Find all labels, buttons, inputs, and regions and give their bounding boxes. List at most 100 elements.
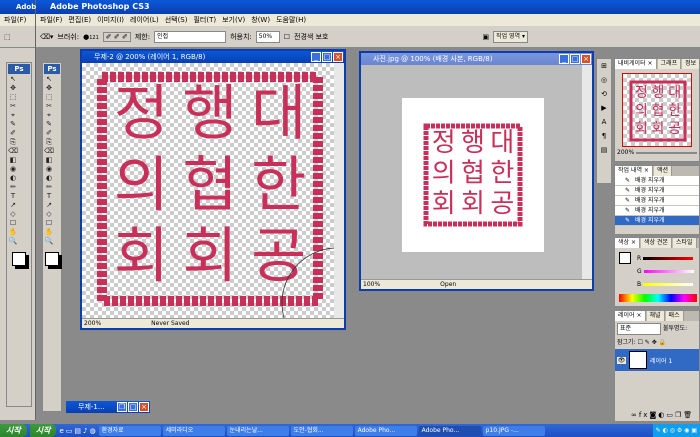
minimize-icon[interactable]: _ [559,54,569,64]
fg-bg-swatch[interactable] [619,252,631,264]
tool-icon[interactable]: ✏ [43,183,55,192]
doc1-title[interactable]: 무제-2 @ 200% (레이어 1, RGB/8) _ □ × [82,51,344,63]
info-dock-icon[interactable]: ◎ [597,73,611,87]
tool-icon[interactable]: 🔍 [7,237,19,246]
left-window-title[interactable]: Adob [0,0,36,14]
zoom-slider[interactable] [636,151,697,154]
tool-icon[interactable]: ✎ [43,120,55,129]
tool-icon[interactable]: ⎘ [7,138,19,147]
history-item[interactable]: 배경 지우개 [615,176,699,186]
eye-icon[interactable]: 👁 [617,356,626,364]
tab-histogram[interactable]: 그래프 [657,59,682,69]
limit-select[interactable]: 인접 [154,30,227,43]
close-icon[interactable]: × [333,52,343,62]
marquee-icon[interactable]: ⬚ [4,33,11,41]
doc2-title[interactable]: 사진.jpg @ 100% (배경 사본, RGB/8) _ □ × [361,53,592,65]
minimize-icon[interactable]: _ [311,52,321,62]
tool-icon[interactable]: ✐ [43,129,55,138]
fg-bg-color-swatch[interactable] [12,252,26,266]
navigator-dock-icon[interactable]: ⊞ [597,59,611,73]
tool-icon[interactable]: ◉ [43,165,55,174]
tool-icon[interactable]: ⎘ [43,138,55,147]
app-icon[interactable]: ◍ [90,427,96,435]
taskbar-button[interactable]: Adobe Pho... [418,425,481,436]
tab-color[interactable]: 색상 × [615,238,640,248]
paragraph-dock-icon[interactable]: ¶ [597,129,611,143]
tool-icon[interactable]: ◧ [7,156,19,165]
tab-layers[interactable]: 레이어 × [615,311,646,321]
green-slider[interactable] [643,270,694,273]
tool-icon[interactable]: ⬚ [43,93,55,102]
media-icon[interactable]: ♪ [83,427,87,435]
start-button-2[interactable]: 시작 [29,424,57,437]
tab-channels[interactable]: 채널 [646,311,665,321]
tool-icon[interactable]: ✏ [7,183,19,192]
menu-item[interactable]: 선택(S) [165,14,188,26]
link-icon[interactable]: ∞ [631,411,639,419]
tool-icon[interactable]: ↖ [7,75,19,84]
color-ramp[interactable] [619,294,697,302]
eraser-tool-icon[interactable]: ⌫▾ [40,33,53,41]
text-dock-icon[interactable]: A [597,115,611,129]
layercomp-dock-icon[interactable]: ▤ [597,143,611,157]
sample-icons[interactable]: ✐ ✐ ✐ [102,31,131,42]
navigator-zoom[interactable]: 200% [617,149,634,156]
tab-swatches[interactable]: 색상 견본 [640,238,672,248]
lock-icons[interactable]: ☐ ✎ ✥ 🔒 [638,339,667,346]
tool-icon[interactable]: ◐ [7,174,19,183]
protect-checkbox[interactable]: ☐ [284,33,290,41]
tool-icon[interactable]: ✥ [7,84,19,93]
tool-icon[interactable]: ✂ [7,102,19,111]
red-slider[interactable] [643,257,694,260]
menu-item[interactable]: 이미지(I) [97,14,124,26]
layer-row[interactable]: 👁 레이어 1 [615,349,699,371]
tolerance-input[interactable]: 50% [255,30,280,43]
mask-icon[interactable]: ◙ [649,411,658,419]
brush-preview-icon[interactable]: ●121 [83,33,99,41]
actions-dock-icon[interactable]: ▶ [597,101,611,115]
taskbar-button[interactable]: 환경자료 [98,425,161,436]
menu-item[interactable]: 도움말(H) [276,14,306,26]
history-item[interactable]: 배경 지우개 [615,216,699,226]
maximize-icon[interactable]: □ [128,402,138,412]
tool-icon[interactable]: ◐ [43,174,55,183]
doc2-zoom[interactable]: 100% [363,280,380,289]
fg-bg-color-swatch[interactable] [45,252,59,266]
tool-icon[interactable]: ✎ [7,120,19,129]
doc2-vscroll[interactable] [582,65,592,279]
folder-icon[interactable]: ▤ [74,427,81,435]
history-item[interactable]: 배경 지우개 [615,186,699,196]
maximize-icon[interactable]: □ [322,52,332,62]
tool-icon[interactable]: ☐ [7,219,19,228]
tool-icon[interactable]: ✂ [43,102,55,111]
tab-paths[interactable]: 패스 [665,311,684,321]
close-icon[interactable]: × [581,54,591,64]
tab-styles[interactable]: 스타일 [672,238,697,248]
tab-actions[interactable]: 액션 [653,166,672,176]
tool-icon[interactable]: ☐ [43,219,55,228]
ie-icon[interactable]: e [59,427,63,435]
blue-slider[interactable] [643,283,694,286]
menu-item[interactable]: 창(W) [251,14,270,26]
navigator-preview[interactable]: 대한공 행협회 정의회 [622,73,692,147]
blend-mode-select[interactable]: 표준 [617,323,661,335]
tool-icon[interactable]: ✋ [7,228,19,237]
tab-navigator[interactable]: 내비게이터 × [615,59,657,69]
taskbar-button[interactable]: p10.JPG -... [482,425,545,436]
tool-icon[interactable]: ⌫ [7,147,19,156]
close-icon[interactable]: × [139,402,149,412]
tool-icon[interactable]: 🔍 [43,237,55,246]
taskbar-button[interactable]: Adobe Pho... [354,425,417,436]
tool-icon[interactable]: ↗ [7,201,19,210]
folder-icon[interactable]: ▭ [666,411,675,419]
taskbar-button[interactable]: 도안-협회... [290,425,353,436]
tool-icon[interactable]: ⌖ [43,111,55,120]
doc1-canvas[interactable]: 대한공 행협회 정의회 [82,63,344,328]
tool-icon[interactable]: ◧ [43,156,55,165]
tool-icon[interactable]: ✋ [43,228,55,237]
layer-name[interactable]: 레이어 1 [650,356,672,365]
start-button-1[interactable]: 시작 [0,424,27,437]
tool-icon[interactable]: ◇ [7,210,19,219]
trash-icon[interactable]: 🗑 [683,411,694,419]
taskbar-button[interactable]: 눈내리는날... [226,425,289,436]
